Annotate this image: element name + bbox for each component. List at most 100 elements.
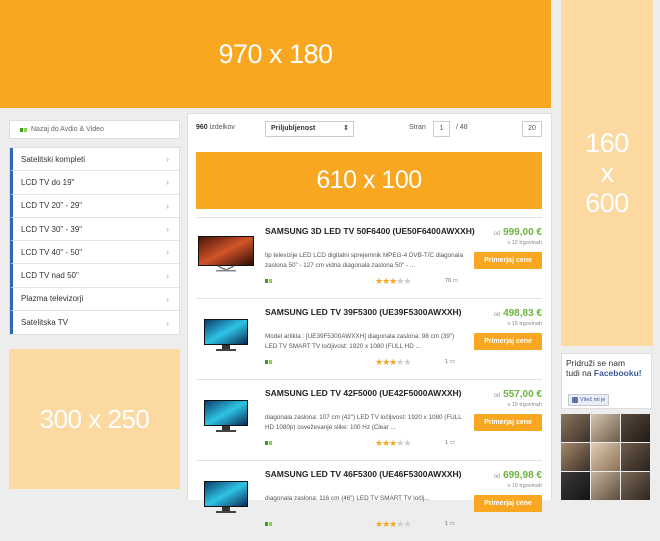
result-count: 960 izdelkov: [196, 124, 235, 131]
back-arrow-icon: [20, 127, 27, 132]
availability-icon: [265, 441, 272, 445]
product-image[interactable]: [196, 475, 256, 517]
product-name[interactable]: SAMSUNG LED TV 42F5000 (UE42F5000AWXXH): [265, 388, 475, 399]
back-link[interactable]: Nazaj do Avdio & Video: [9, 120, 180, 139]
product-row: SAMSUNG LED TV 42F5000 (UE42F5000AWXXH) …: [196, 379, 542, 460]
product-name[interactable]: SAMSUNG LED TV 46F5300 (UE46F5300AWXXH): [265, 469, 475, 480]
star-icon: ★: [403, 276, 411, 286]
facebook-avatar[interactable]: [621, 472, 650, 500]
category-item[interactable]: Plazma televizorji ›: [10, 287, 179, 312]
store-count: v 15 trgovinah: [507, 321, 542, 327]
facebook-avatar[interactable]: [591, 414, 620, 442]
category-label: Satelitski kompleti: [21, 154, 86, 164]
rating-stars: ★★★★★: [375, 519, 411, 529]
product-price: od 498,83 €: [493, 308, 542, 319]
ad-skyscraper[interactable]: 160 x 600: [561, 0, 653, 346]
product-row: SAMSUNG LED TV 46F5300 (UE46F5300AWXXH) …: [196, 460, 542, 541]
availability-icon: [265, 360, 272, 364]
product-name[interactable]: SAMSUNG 3D LED TV 50F6400 (UE50F6400AWXX…: [265, 226, 475, 237]
sort-arrows-icon: ⇕: [343, 125, 349, 132]
category-item[interactable]: Satelitski kompleti ›: [10, 148, 179, 172]
ad-skyscraper-line: 160: [585, 128, 629, 158]
category-label: LCD TV 40" - 50": [21, 247, 83, 257]
facebook-faces: [561, 414, 652, 500]
ad-skyscraper-line: x: [600, 158, 615, 188]
category-item[interactable]: Satelitska TV ›: [10, 311, 179, 335]
list-toolbar: 960 izdelkov Priljubljenost ⇕ Stran 1 / 4…: [196, 121, 542, 138]
ad-banner-middle[interactable]: 610 x 100: [196, 152, 542, 209]
product-description: diagonala zaslona: 116 cm (46") LED TV S…: [265, 495, 430, 502]
product-row: SAMSUNG 3D LED TV 50F6400 (UE50F6400AWXX…: [196, 217, 542, 298]
store-count: v 19 trgovinah: [507, 402, 542, 408]
per-page-select[interactable]: 20: [522, 121, 542, 137]
category-item[interactable]: LCD TV nad 50" ›: [10, 264, 179, 288]
comment-icon: ▭: [449, 359, 455, 365]
star-icon: ★: [375, 519, 383, 529]
ad-skyscraper-line: 600: [585, 188, 629, 218]
star-icon: ★: [403, 519, 411, 529]
rating-stars: ★★★★★: [375, 276, 411, 286]
facebook-avatar[interactable]: [561, 414, 590, 442]
page-total: / 48: [456, 124, 468, 131]
product-price: od 699,98 €: [493, 470, 542, 481]
compare-prices-button[interactable]: Primerjaj cene: [474, 495, 542, 512]
category-label: LCD TV 20" - 29": [21, 201, 83, 211]
review-count[interactable]: 70 ▭: [445, 278, 458, 284]
product-meta: ★★★★★ 1 ▭: [265, 438, 455, 448]
chevron-right-icon: ›: [166, 270, 169, 281]
star-icon: ★: [403, 357, 411, 367]
category-item[interactable]: LCD TV 30" - 39" ›: [10, 217, 179, 242]
page-number-input[interactable]: 1: [433, 121, 450, 137]
review-count[interactable]: 1 ▭: [445, 359, 455, 365]
comment-icon: ▭: [452, 278, 458, 284]
product-image[interactable]: [196, 394, 256, 436]
thumbs-up-icon: [572, 397, 578, 403]
ad-banner-top[interactable]: 970 x 180: [0, 0, 551, 108]
chevron-right-icon: ›: [166, 317, 169, 328]
facebook-avatar[interactable]: [561, 472, 590, 500]
compare-prices-button[interactable]: Primerjaj cene: [474, 414, 542, 431]
facebook-avatar[interactable]: [591, 443, 620, 471]
product-image[interactable]: [196, 232, 256, 274]
compare-prices-button[interactable]: Primerjaj cene: [474, 333, 542, 350]
category-item[interactable]: LCD TV 40" - 50" ›: [10, 241, 179, 265]
facebook-avatar[interactable]: [621, 443, 650, 471]
store-count: v 12 trgovinah: [507, 240, 542, 246]
compare-prices-button[interactable]: Primerjaj cene: [474, 252, 542, 269]
category-item[interactable]: LCD TV 20" - 29" ›: [10, 194, 179, 218]
facebook-like-button[interactable]: Všeč mi je: [568, 394, 610, 406]
chevron-right-icon: ›: [166, 177, 169, 188]
review-count[interactable]: 1 ▭: [445, 521, 455, 527]
facebook-box: Pridruži se nam tudi na Facebooku! Všeč …: [561, 353, 652, 409]
product-meta: ★★★★★ 70 ▭: [265, 276, 458, 286]
availability-icon: [265, 522, 272, 526]
availability-icon: [265, 279, 272, 283]
facebook-avatar[interactable]: [621, 414, 650, 442]
category-label: LCD TV nad 50": [21, 271, 79, 281]
comment-icon: ▭: [449, 521, 455, 527]
product-image[interactable]: [196, 313, 256, 355]
product-name[interactable]: SAMSUNG LED TV 39F5300 (UE39F5300AWXXH): [265, 307, 475, 318]
chevron-right-icon: ›: [166, 200, 169, 211]
rating-stars: ★★★★★: [375, 357, 411, 367]
ad-banner-middle-label: 610 x 100: [316, 166, 422, 194]
product-description: Model artikla : [UE39F5300AWXXH] diagona…: [265, 333, 455, 350]
product-meta: ★★★★★ 1 ▭: [265, 357, 455, 367]
product-price: od 557,00 €: [493, 389, 542, 400]
sort-select[interactable]: Priljubljenost ⇕: [265, 121, 354, 137]
chevron-right-icon: ›: [166, 224, 169, 235]
facebook-avatar[interactable]: [591, 472, 620, 500]
review-count[interactable]: 1 ▭: [445, 440, 455, 446]
ad-rectangle-label: 300 x 250: [39, 403, 150, 434]
category-item[interactable]: LCD TV do 19" ›: [10, 171, 179, 195]
category-list: Satelitski kompleti › LCD TV do 19" › LCD TV…: [9, 147, 180, 336]
store-count: v 19 trgovinah: [507, 483, 542, 489]
product-row: SAMSUNG LED TV 39F5300 (UE39F5300AWXXH) …: [196, 298, 542, 379]
facebook-avatar[interactable]: [561, 443, 590, 471]
chevron-right-icon: ›: [166, 293, 169, 304]
category-label: Plazma televizorji: [21, 294, 84, 304]
ad-rectangle[interactable]: 300 x 250: [9, 349, 180, 489]
page-label: Stran: [409, 124, 426, 131]
star-icon: ★: [382, 519, 390, 529]
ad-banner-top-label: 970 x 180: [218, 38, 333, 69]
